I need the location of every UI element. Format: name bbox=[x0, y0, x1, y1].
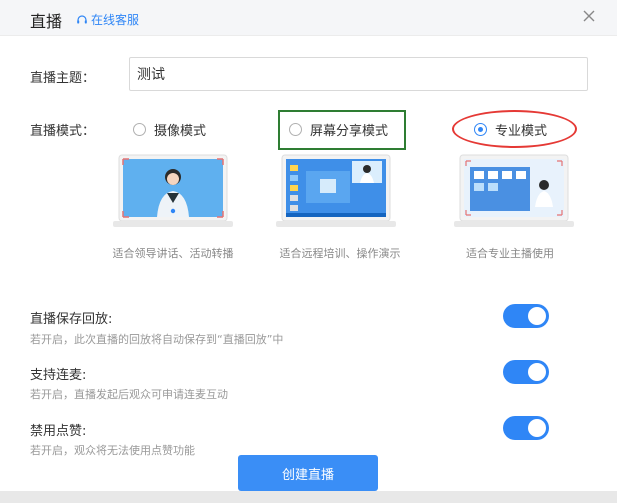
mode-camera-option[interactable]: 摄像模式 bbox=[133, 120, 206, 139]
annotation-green-box bbox=[278, 110, 406, 150]
option-co-host-desc: 若开启，直播发起后观众可申请连麦互动 bbox=[30, 388, 228, 401]
background-window-strip bbox=[0, 491, 617, 503]
option-disable-like-title: 禁用点赞: bbox=[30, 424, 87, 439]
option-co-host-toggle[interactable] bbox=[503, 360, 549, 384]
online-service-label: 在线客服 bbox=[91, 13, 140, 27]
dialog-title: 直播 bbox=[30, 12, 63, 31]
mode-camera-caption: 适合领导讲话、活动转播 bbox=[112, 247, 234, 260]
screen-share-mode-illustration bbox=[276, 154, 396, 227]
close-icon[interactable] bbox=[581, 8, 597, 24]
headset-icon bbox=[77, 14, 87, 23]
online-service-link[interactable]: 在线客服 bbox=[76, 11, 139, 28]
camera-mode-illustration bbox=[113, 154, 233, 227]
mode-camera-radio[interactable] bbox=[133, 123, 146, 136]
topic-input[interactable] bbox=[129, 57, 588, 91]
option-save-replay-toggle[interactable] bbox=[503, 304, 549, 328]
option-disable-like-desc: 若开启，观众将无法使用点赞功能 bbox=[30, 444, 195, 457]
mode-camera-label: 摄像模式 bbox=[154, 124, 207, 139]
professional-mode-illustration bbox=[454, 154, 574, 227]
mode-screen-share-caption: 适合远程培训、操作演示 bbox=[279, 247, 401, 260]
option-co-host-title: 支持连麦: bbox=[30, 368, 87, 383]
topic-label: 直播主题： bbox=[30, 71, 96, 86]
dialog-header: 直播 在线客服 bbox=[0, 0, 617, 36]
create-live-button[interactable]: 创建直播 bbox=[238, 455, 378, 491]
option-disable-like-toggle[interactable] bbox=[503, 416, 549, 440]
option-save-replay-desc: 若开启，此次直播的回放将自动保存到“直播回放”中 bbox=[30, 333, 284, 346]
mode-professional-caption: 适合专业主播使用 bbox=[466, 247, 554, 260]
annotation-red-ellipse bbox=[452, 110, 577, 148]
mode-label: 直播模式： bbox=[30, 124, 96, 139]
option-save-replay-title: 直播保存回放: bbox=[30, 312, 113, 327]
